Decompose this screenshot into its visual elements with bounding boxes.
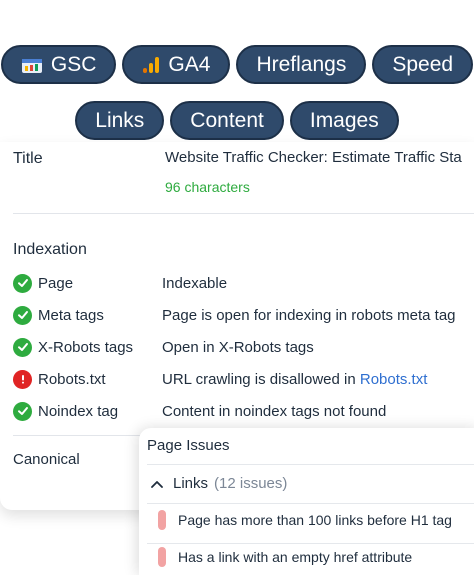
- check-circle-icon: [13, 273, 32, 293]
- page-issues-panel: Page Issues Links (12 issues) Page has m…: [139, 428, 474, 575]
- tab-images[interactable]: Images: [289, 101, 399, 140]
- tab-label: GA4: [168, 52, 211, 76]
- issue-group-links[interactable]: Links (12 issues): [151, 475, 287, 492]
- analytics-bars-icon: [142, 56, 160, 74]
- issue-item[interactable]: Page has more than 100 links before H1 t…: [158, 510, 452, 530]
- tab-ga4[interactable]: GA4: [122, 45, 231, 84]
- indexation-value: URL crawling is disallowed in Robots.txt: [162, 371, 427, 388]
- tabs-row-2: Links Content Images: [0, 101, 474, 140]
- indexation-row-page: Page Indexable: [13, 271, 474, 295]
- issue-severity-bar: [158, 547, 166, 567]
- indexation-name: Meta tags: [38, 306, 104, 324]
- issue-group-label: Links: [173, 475, 209, 492]
- tab-speed[interactable]: Speed: [372, 45, 474, 84]
- check-circle-icon: [13, 305, 32, 325]
- tab-hreflangs[interactable]: Hreflangs: [236, 45, 367, 84]
- indexation-name: Page: [38, 274, 74, 292]
- tab-label: GSC: [50, 52, 97, 76]
- issue-text: Page has more than 100 links before H1 t…: [178, 512, 452, 528]
- divider: [147, 543, 474, 544]
- indexation-value: Page is open for indexing in robots meta…: [162, 306, 456, 324]
- divider: [147, 464, 474, 465]
- indexation-name: Noindex tag: [38, 402, 119, 420]
- title-char-count: 96 characters: [165, 179, 250, 195]
- error-circle-icon: [13, 369, 32, 389]
- tab-label: Links: [95, 108, 145, 132]
- indexation-heading: Indexation: [13, 241, 87, 258]
- divider: [13, 213, 474, 214]
- canonical-label: Canonical: [13, 451, 80, 468]
- issue-text: Has a link with an empty href attribute: [178, 549, 413, 565]
- title-value: Website Traffic Checker: Estimate Traffi…: [165, 149, 462, 166]
- tab-label: Hreflangs: [256, 52, 347, 76]
- google-search-console-icon: [21, 56, 43, 74]
- indexation-row-robots-txt: Robots.txt URL crawling is disallowed in…: [13, 367, 474, 391]
- indexation-row-noindex: Noindex tag Content in noindex tags not …: [13, 399, 474, 423]
- indexation-value: Indexable: [162, 274, 228, 292]
- tab-content[interactable]: Content: [170, 101, 284, 140]
- divider: [147, 503, 474, 504]
- tab-label: Content: [190, 108, 264, 132]
- issue-group-count: (12 issues): [214, 475, 288, 492]
- issue-severity-bar: [158, 510, 166, 530]
- indexation-value: Open in X-Robots tags: [162, 338, 314, 356]
- indexation-row-x-robots: X-Robots tags Open in X-Robots tags: [13, 335, 474, 359]
- chevron-up-icon: [151, 480, 163, 488]
- indexation-name: X-Robots tags: [38, 338, 134, 356]
- tabs-row-1: GSC GA4 Hreflangs Speed: [0, 45, 474, 84]
- check-circle-icon: [13, 337, 32, 357]
- robots-txt-link[interactable]: Robots.txt: [360, 371, 428, 388]
- tab-label: Images: [309, 108, 379, 132]
- issue-item[interactable]: Has a link with an empty href attribute: [158, 547, 412, 567]
- page-issues-title: Page Issues: [147, 437, 230, 454]
- tab-gsc[interactable]: GSC: [0, 45, 117, 84]
- indexation-value: Content in noindex tags not found: [162, 402, 387, 420]
- tab-label: Speed: [392, 52, 454, 76]
- indexation-row-meta-tags: Meta tags Page is open for indexing in r…: [13, 303, 474, 327]
- tab-links[interactable]: Links: [75, 101, 165, 140]
- indexation-name: Robots.txt: [38, 370, 106, 388]
- indexation-value-text: URL crawling is disallowed in: [162, 370, 360, 388]
- title-label: Title: [13, 150, 43, 167]
- check-circle-icon: [13, 401, 32, 421]
